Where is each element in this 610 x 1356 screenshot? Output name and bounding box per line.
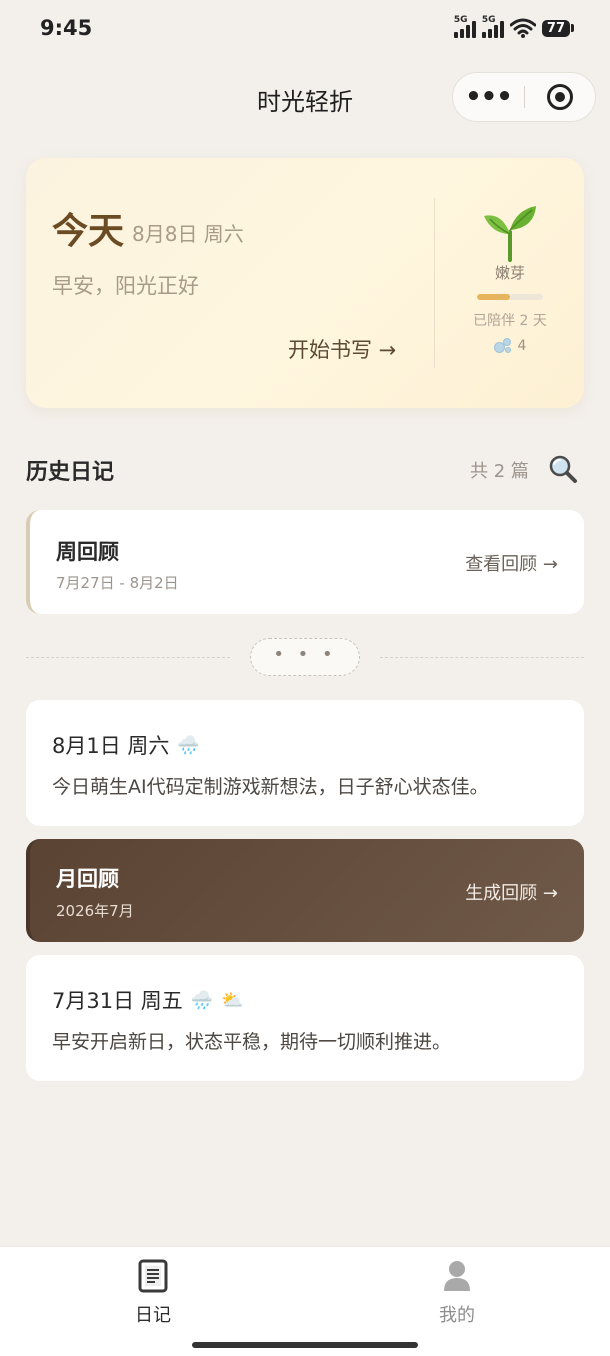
weekly-review-range: 7月27日 - 8月2日 bbox=[56, 574, 179, 592]
growth-progress-fill bbox=[477, 294, 510, 300]
weekly-review-card[interactable]: 周回顾 7月27日 - 8月2日 查看回顾 → bbox=[26, 510, 584, 614]
monthly-review-card[interactable]: 月回顾 2026年7月 生成回顾 → bbox=[26, 839, 584, 942]
today-card[interactable]: 今天 8月8日 周六 早安，阳光正好 开始书写 → 嫩芽 已陪伴 2 天 4 bbox=[26, 158, 584, 408]
companion-days: 已陪伴 2 天 bbox=[473, 313, 547, 329]
bubbles-icon bbox=[493, 338, 512, 354]
diary-entry-card[interactable]: 7月31日 周五 🌧️ ⛅ 早安开启新日，状态平稳，期待一切顺利推进。 bbox=[26, 955, 584, 1081]
tab-diary[interactable]: 日记 bbox=[93, 1259, 213, 1327]
plant-level-name: 嫩芽 bbox=[494, 264, 525, 282]
home-indicator bbox=[192, 1342, 418, 1348]
expand-entries-button[interactable]: • • • bbox=[250, 638, 360, 676]
profile-icon bbox=[444, 1261, 470, 1291]
greeting-text: 早安，阳光正好 bbox=[52, 274, 199, 298]
status-icons: 5G 5G 77 bbox=[453, 15, 574, 38]
rain-cloud-icon: 🌧️ bbox=[177, 734, 200, 756]
start-writing-button[interactable]: 开始书写 → bbox=[288, 334, 396, 364]
tab-label: 日记 bbox=[135, 1305, 171, 1326]
entry-date: 7月31日 周五 bbox=[52, 989, 183, 1013]
growth-progress-bar bbox=[477, 294, 543, 300]
partly-sunny-icon: ⛅ bbox=[221, 989, 244, 1011]
monthly-review-title: 月回顾 bbox=[56, 867, 119, 891]
view-review-button[interactable]: 查看回顾 → bbox=[465, 550, 558, 576]
today-date: 8月8日 周六 bbox=[132, 222, 244, 246]
diary-icon bbox=[138, 1259, 168, 1293]
status-bar: 9:45 5G 5G 77 bbox=[0, 0, 610, 60]
weekly-review-title: 周回顾 bbox=[56, 540, 119, 564]
mini-program-capsule: ••• bbox=[452, 72, 596, 122]
entry-date-row: 8月1日 周六 🌧️ bbox=[52, 730, 200, 760]
card-divider bbox=[434, 198, 435, 368]
history-title: 历史日记 bbox=[26, 460, 115, 485]
bubble-counter: 4 bbox=[460, 338, 560, 354]
entry-date: 8月1日 周六 bbox=[52, 734, 170, 758]
target-icon bbox=[546, 84, 573, 110]
sprout-icon bbox=[484, 206, 536, 262]
cellular-signal-icon: 5G bbox=[453, 15, 476, 38]
generate-review-button[interactable]: 生成回顾 → bbox=[465, 879, 558, 905]
entry-summary: 今日萌生AI代码定制游戏新想法，日子舒心状态佳。 bbox=[52, 776, 489, 798]
today-label: 今天 bbox=[52, 211, 125, 252]
collapsed-entries-divider: • • • bbox=[26, 638, 584, 676]
cellular-signal-icon: 5G bbox=[481, 15, 504, 38]
battery-icon: 77 bbox=[541, 19, 574, 37]
fold-line-right bbox=[380, 657, 584, 658]
status-time: 9:45 bbox=[40, 16, 93, 40]
tab-profile[interactable]: 我的 bbox=[397, 1259, 517, 1327]
entry-summary: 早安开启新日，状态平稳，期待一切顺利推进。 bbox=[52, 1031, 452, 1053]
more-button[interactable]: ••• bbox=[453, 72, 524, 122]
entry-date-row: 7月31日 周五 🌧️ ⛅ bbox=[52, 985, 244, 1015]
rain-cloud-icon: 🌧️ bbox=[190, 989, 214, 1011]
monthly-review-period: 2026年7月 bbox=[56, 902, 134, 920]
fold-line-left bbox=[26, 657, 230, 658]
close-button[interactable] bbox=[525, 84, 595, 110]
bubble-count: 4 bbox=[517, 338, 527, 354]
battery-level: 77 bbox=[541, 19, 570, 37]
diary-entry-card[interactable]: 8月1日 周六 🌧️ 今日萌生AI代码定制游戏新想法，日子舒心状态佳。 bbox=[26, 700, 584, 826]
tab-bar: 日记 我的 bbox=[0, 1246, 610, 1356]
tab-label: 我的 bbox=[439, 1305, 475, 1326]
wifi-icon bbox=[509, 18, 536, 38]
search-icon[interactable] bbox=[548, 454, 578, 484]
history-count: 共 2 篇 bbox=[470, 461, 529, 482]
